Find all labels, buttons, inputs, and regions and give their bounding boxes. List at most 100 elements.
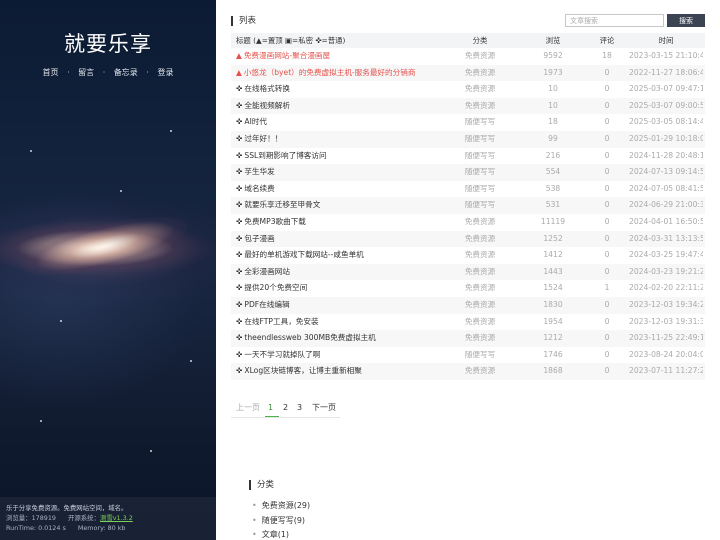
pinned-icon: ▲	[236, 67, 242, 77]
post-time: 2023-12-03 19:34:21	[629, 299, 703, 309]
post-title-text: 在线FTP工具，免安装	[244, 316, 319, 326]
post-category-link[interactable]: 免费资源	[453, 264, 507, 281]
post-title-link[interactable]: ✜ 提供20个免费空间	[236, 280, 466, 297]
post-comments: 0	[604, 67, 610, 77]
post-comments: 0	[604, 133, 610, 143]
category-item[interactable]: • 免费资源(29)	[252, 499, 310, 514]
post-category-link[interactable]: 免费资源	[453, 280, 507, 297]
post-category-link[interactable]: 免费资源	[453, 81, 507, 98]
post-title-link[interactable]: ✜ SSL到期影响了博客访问	[236, 148, 466, 165]
normal-post-icon: ✜	[236, 250, 243, 260]
post-title-link[interactable]: ✜ 在线FTP工具，免安装	[236, 314, 466, 331]
post-category-link[interactable]: 随便写写	[453, 131, 507, 148]
post-category-link[interactable]: 随便写写	[453, 347, 507, 364]
post-category-link[interactable]: 免费资源	[453, 65, 507, 82]
table-row: ✜ 免费MP3歌曲下载 免费资源 11119 0 2024-04-01 16:50:55	[231, 214, 705, 231]
post-category-link[interactable]: 随便写写	[453, 114, 507, 131]
sidebar: 就要乐享 首页 · 留言 · 备忘录 · 登录 乐于分享免费资源。免费网站空间，…	[0, 0, 216, 540]
post-category-link[interactable]: 免费资源	[453, 48, 507, 65]
post-title-link[interactable]: ✜ 免费MP3歌曲下载	[236, 214, 466, 231]
post-views: 554	[545, 167, 561, 177]
page-2-button[interactable]: 2	[283, 401, 288, 415]
category-item[interactable]: • 随便写写(9)	[252, 514, 310, 529]
post-title-link[interactable]: ✜ 最好的单机游戏下载网站--咸鱼单机	[236, 247, 466, 264]
post-category-link[interactable]: 免费资源	[453, 363, 507, 380]
post-views: 1212	[543, 333, 563, 343]
post-title-link[interactable]: ✜ theendlessweb 300MB免费虚拟主机	[236, 330, 466, 347]
views-value: 178919	[31, 514, 56, 522]
post-title-text: 包子漫画	[244, 233, 275, 243]
post-comments: 1	[604, 283, 610, 293]
page-3-button[interactable]: 3	[297, 401, 302, 415]
post-title-link[interactable]: ✜ 芋生华发	[236, 164, 466, 181]
post-category-link[interactable]: 免费资源	[453, 231, 507, 248]
search-button[interactable]: 搜索	[667, 14, 705, 27]
system-version-link[interactable]: 测雪v1.3.2	[100, 514, 133, 522]
post-title-text: XLog区块链博客，让博主重新相聚	[244, 366, 362, 376]
post-category-link[interactable]: 免费资源	[453, 98, 507, 115]
normal-post-icon: ✜	[236, 167, 243, 177]
nav-guestbook-link[interactable]: 留言	[78, 68, 94, 77]
post-title-link[interactable]: ✜ 包子漫画	[236, 231, 466, 248]
post-title-link[interactable]: ▲ 小悠龙（byet）的免费虚拟主机-服务最好的分销商	[236, 65, 466, 82]
post-category-link[interactable]: 随便写写	[453, 164, 507, 181]
post-comments: 0	[604, 117, 610, 127]
post-title-link[interactable]: ✜ 全彩漫画网站	[236, 264, 466, 281]
post-title-link[interactable]: ✜ 在线格式转换	[236, 81, 466, 98]
post-time: 2023-08-24 20:04:05	[629, 349, 703, 359]
post-category-link[interactable]: 随便写写	[453, 197, 507, 214]
post-category-link[interactable]: 免费资源	[453, 247, 507, 264]
normal-post-icon: ✜	[236, 100, 243, 110]
post-title-link[interactable]: ✜ 全能视频解析	[236, 98, 466, 115]
main-content: 列表 搜索 标题 (▲=置顶 ▣=私密 ✜=普通) 分类 浏览 评论 时间 ▲免…	[216, 0, 720, 540]
category-label: 文章(1)	[261, 530, 290, 539]
post-title-link[interactable]: ✜ 一天不学习就掉队了啊	[236, 347, 466, 364]
post-category-link[interactable]: 免费资源	[453, 330, 507, 347]
post-views: 9592	[543, 51, 563, 60]
post-time: 2024-02-20 22:11:28	[629, 283, 703, 293]
prev-page-button[interactable]: 上一页	[236, 401, 260, 415]
post-comments: 0	[604, 183, 610, 193]
post-title-text: 全彩漫画网站	[244, 266, 290, 276]
post-category-link[interactable]: 随便写写	[453, 181, 507, 198]
search-input[interactable]	[565, 14, 664, 27]
post-title-link[interactable]: ✜ 过年好！！	[236, 131, 466, 148]
nav-home-link[interactable]: 首页	[43, 68, 59, 77]
post-category-link[interactable]: 免费资源	[453, 314, 507, 331]
post-title-text: SSL到期影响了博客访问	[244, 150, 327, 160]
post-title-link[interactable]: ✜ XLog区块链博客，让博主重新相聚	[236, 363, 466, 380]
sidebar-footer: 乐于分享免费资源。免费网站空间，域名。 浏览量：178919 开源系统：测雪v1…	[0, 497, 216, 540]
pinned-icon: ▲	[236, 51, 242, 60]
post-time: 2025-03-07 09:47:15	[629, 84, 703, 94]
post-time: 2024-03-23 19:21:27	[629, 266, 703, 276]
post-time: 2025-03-05 08:14:40	[629, 117, 703, 127]
post-title-text: 提供20个免费空间	[244, 283, 308, 293]
nav-memo-link[interactable]: 备忘录	[114, 68, 138, 77]
post-category-link[interactable]: 免费资源	[453, 297, 507, 314]
table-row: ✜ SSL到期影响了博客访问 随便写写 216 0 2024-11-28 20:48:12	[231, 148, 705, 165]
bullet-icon: •	[252, 501, 257, 510]
post-title-link[interactable]: ✜ 就要乐享迁移至甲骨文	[236, 197, 466, 214]
post-time: 2023-12-03 19:31:38	[629, 316, 703, 326]
post-time: 2024-07-05 08:41:58	[629, 183, 703, 193]
table-row: ✜ theendlessweb 300MB免费虚拟主机 免费资源 1212 0 2023-…	[231, 330, 705, 347]
normal-post-icon: ✜	[236, 366, 243, 376]
post-title-link[interactable]: ▲ 免费漫画网站-聚合漫画屋	[236, 48, 466, 65]
post-views: 1973	[543, 67, 563, 77]
category-title: 分类	[249, 480, 310, 490]
post-title-text: 最好的单机游戏下载网站--咸鱼单机	[244, 250, 364, 260]
post-title-link[interactable]: ✜ PDF在线编辑	[236, 297, 466, 314]
post-views: 10	[548, 84, 558, 94]
table-row: ✜ 过年好！！ 随便写写 99 0 2025-01-29 10:18:05	[231, 130, 705, 148]
category-section: 分类 • 免费资源(29) • 随便写写(9) • 文章(1)	[249, 480, 310, 540]
next-page-button[interactable]: 下一页	[312, 401, 336, 415]
page-1-button[interactable]: 1	[268, 401, 273, 415]
post-comments: 0	[604, 200, 610, 210]
post-category-link[interactable]: 免费资源	[453, 214, 507, 231]
category-item[interactable]: • 文章(1)	[252, 528, 310, 540]
post-time: 2022-11-27 18:06:46	[629, 67, 703, 77]
post-title-link[interactable]: ✜ AI时代	[236, 114, 466, 131]
post-title-link[interactable]: ✜ 域名续费	[236, 181, 466, 198]
post-category-link[interactable]: 随便写写	[453, 148, 507, 165]
nav-login-link[interactable]: 登录	[157, 68, 173, 77]
